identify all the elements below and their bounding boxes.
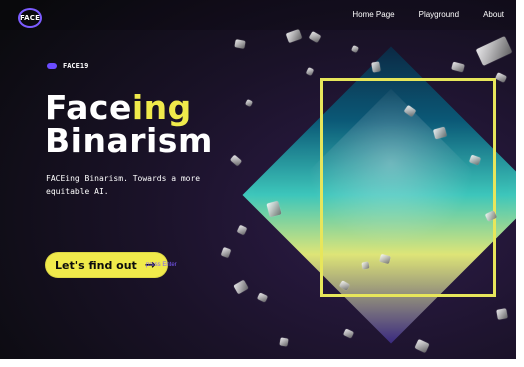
small-brand-text: FACE19 [63,62,89,70]
floating-shard [245,99,253,107]
floating-shard [236,224,248,236]
floating-shard [266,200,282,218]
yellow-frame [320,78,496,297]
floating-shard [342,328,355,339]
floating-shard [234,39,246,49]
nav-link-playground[interactable]: Playground [419,10,459,19]
floating-shard [475,36,513,66]
floating-shard [233,279,249,295]
face-logo-icon[interactable]: FACE [18,8,42,28]
floating-shard [468,154,482,166]
floating-shard [494,72,508,83]
app-viewport: FACE Home Page Playground About FACE19 F… [0,0,516,359]
nav-link-about[interactable]: About [483,10,504,19]
floating-shard [414,338,430,354]
floating-shard [220,246,232,259]
nav-link-home[interactable]: Home Page [352,10,394,19]
floating-shard [432,126,448,140]
floating-shard [279,337,289,347]
floating-shard [484,210,498,222]
floating-shard [496,308,508,320]
floating-shard [379,253,391,265]
floating-shard [361,261,370,270]
press-enter-hint: press Enter [146,262,177,268]
floating-shard [229,154,243,167]
floating-shard [256,292,269,303]
floating-shard [451,61,465,73]
face-highlight [284,88,498,302]
floating-shard [403,104,417,118]
floating-shard [371,61,381,73]
top-navigation: FACE Home Page Playground About [0,0,516,30]
hero-subtitle: FACEing Binarism. Towards a more equitab… [46,174,201,196]
floating-shard [338,280,351,291]
floating-shard [305,67,315,76]
floating-shard [351,45,359,53]
floating-shard [285,28,303,44]
small-brand-icon [47,63,57,69]
logo-text: FACE [19,14,41,22]
main-nav: Home Page Playground About [352,10,504,19]
face-diamond-artwork [242,46,516,344]
hero-headline-line1: Faceing [45,91,213,124]
floating-shard [308,31,322,43]
cta-label: Let's find out [55,258,137,272]
small-brand: FACE19 [47,62,88,70]
hero-headline-line2: Binarism [45,121,213,160]
hero-headline: Faceing Binarism [45,91,213,157]
